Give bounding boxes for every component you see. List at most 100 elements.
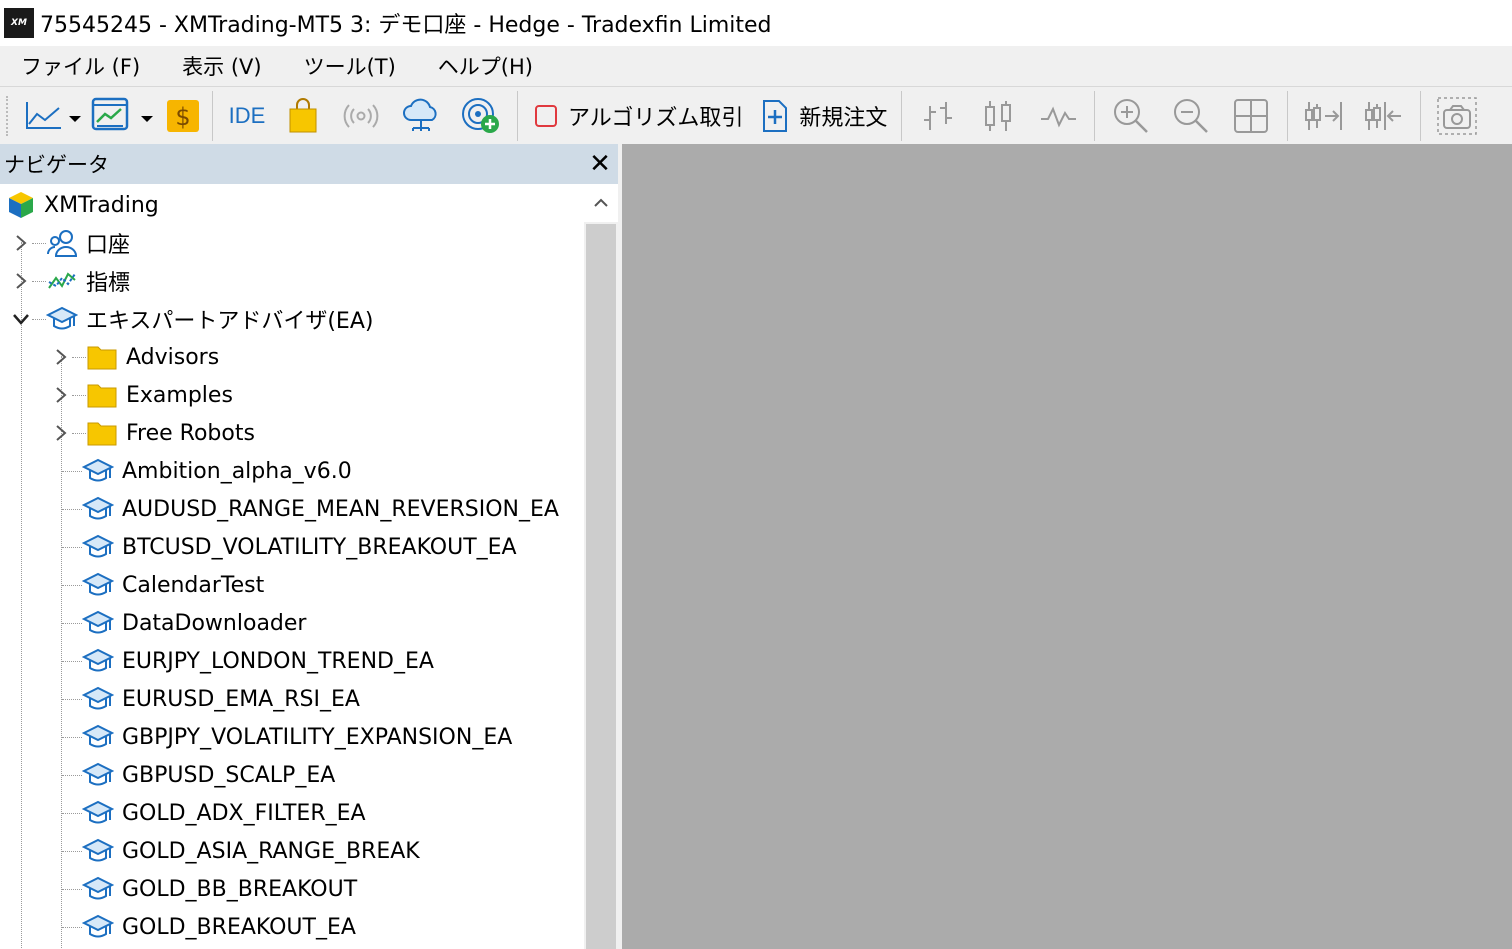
scroll-up-button[interactable]: [584, 184, 618, 222]
tree-item-ea[interactable]: GOLD_BREAKOUT_EA: [62, 908, 356, 946]
indicator-wave-icon: [48, 272, 76, 289]
ohlc-bars-icon: [924, 101, 953, 130]
tree-item-ea[interactable]: GBPJPY_VOLATILITY_EXPANSION_EA: [62, 718, 512, 756]
tree-label: CalendarTest: [122, 572, 265, 598]
tree-item-ea[interactable]: CalendarTest: [62, 566, 264, 604]
tree-label: Ambition_alpha_v6.0: [122, 458, 352, 484]
graduation-cap-icon: [82, 800, 114, 824]
graduation-cap-icon: [82, 838, 114, 862]
tree-item-ea[interactable]: GOLD_BB_BREAKOUT: [62, 870, 357, 908]
candlestick-button[interactable]: [968, 93, 1028, 139]
new-order-button[interactable]: 新規注文: [753, 93, 895, 139]
toolbar-separator: [1287, 90, 1289, 141]
toolbar-grip[interactable]: [6, 95, 12, 136]
tree-root-xmtrading[interactable]: XMTrading: [6, 186, 159, 224]
tree-item-ea[interactable]: GOLD_ASIA_RANGE_BREAK: [62, 832, 420, 870]
tree-item-ea[interactable]: GOLD_ADX_FILTER_EA: [62, 794, 366, 832]
graduation-cap-icon: [82, 534, 114, 558]
tree-folder-advisors[interactable]: Advisors: [50, 338, 219, 376]
ide-button[interactable]: IDE: [219, 93, 275, 139]
auto-scroll-button[interactable]: [1354, 93, 1414, 139]
tree-item-ea[interactable]: GBPUSD_SCALP_EA: [62, 756, 335, 794]
chart-shift-icon: [1305, 101, 1343, 130]
chevron-right-icon[interactable]: [50, 384, 72, 406]
tree-label: EURUSD_EMA_RSI_EA: [122, 686, 360, 712]
zoom-out-icon: [1174, 98, 1209, 133]
tree-label: GOLD_ADX_FILTER_EA: [122, 800, 366, 826]
chevron-up-icon: [594, 198, 608, 207]
tree-item-ea[interactable]: BTCUSD_VOLATILITY_BREAKOUT_EA: [62, 528, 517, 566]
tree-label: Free Robots: [126, 420, 255, 446]
toolbar-separator: [212, 90, 213, 141]
radar-add-icon: [462, 97, 499, 133]
navigator-tree: XMTrading 口座 指標 エキスパートアドバイザ(EA) Advisors…: [0, 184, 584, 949]
tree-item-expert-advisors[interactable]: エキスパートアドバイザ(EA): [10, 300, 373, 338]
algo-trading-label: アルゴリズム取引: [568, 105, 744, 131]
zigzag-line-icon: [1041, 106, 1077, 127]
tile-windows-button[interactable]: [1221, 93, 1281, 139]
chevron-right-icon[interactable]: [50, 422, 72, 444]
chevron-down-icon[interactable]: [10, 308, 32, 330]
zoom-in-button[interactable]: [1101, 93, 1161, 139]
menu-view[interactable]: 表示 (V): [161, 46, 282, 86]
chevron-right-icon[interactable]: [10, 232, 32, 254]
market-button[interactable]: [275, 93, 331, 139]
tree-item-ea[interactable]: Ambition_alpha_v6.0: [62, 452, 352, 490]
tree-folder-free-robots[interactable]: Free Robots: [50, 414, 255, 452]
graduation-cap-icon: [82, 724, 114, 748]
chevron-right-icon[interactable]: [50, 346, 72, 368]
graduation-cap-icon: [82, 762, 114, 786]
tree-label: エキスパートアドバイザ(EA): [86, 309, 374, 334]
menu-tools[interactable]: ツール(T): [283, 46, 417, 86]
graduation-cap-icon: [82, 648, 114, 672]
navigator-panel: ナビゲータ ✕ XMTrading 口座 指標 エキスパートアドバイザ(EA) …: [0, 144, 618, 949]
add-signal-button[interactable]: [451, 93, 511, 139]
tree-label: 口座: [86, 233, 131, 258]
signal-broadcast-icon: [343, 103, 379, 128]
vps-button[interactable]: [391, 93, 451, 139]
graduation-cap-icon: [82, 572, 114, 596]
tree-item-ea[interactable]: DataDownloader: [62, 604, 306, 642]
chevron-right-icon[interactable]: [10, 270, 32, 292]
graduation-cap-icon: [82, 876, 114, 900]
chart-shift-button[interactable]: [1294, 93, 1354, 139]
xm-cube-icon: [9, 192, 33, 218]
bar-chart-button[interactable]: [908, 93, 968, 139]
menu-file[interactable]: ファイル (F): [0, 46, 161, 86]
algo-trading-button[interactable]: アルゴリズム取引: [524, 93, 753, 139]
line-chart-type-button[interactable]: [1028, 93, 1088, 139]
title-bar: XM 75545245 - XMTrading-MT5 3: デモ口座 - He…: [0, 0, 1512, 46]
toolbar-separator: [1420, 90, 1422, 141]
navigator-title: ナビゲータ: [4, 153, 109, 177]
navigator-scrollbar[interactable]: [584, 184, 618, 949]
tree-label: DataDownloader: [122, 610, 307, 636]
scrollbar-thumb[interactable]: [586, 224, 616, 949]
camera-icon: [1437, 96, 1478, 135]
tree-item-accounts[interactable]: 口座: [10, 224, 130, 262]
tree-label: EURJPY_LONDON_TREND_EA: [122, 648, 434, 674]
svg-text:$: $: [175, 103, 190, 131]
new-chart-button[interactable]: [18, 93, 88, 139]
tree-item-ea[interactable]: EURUSD_EMA_RSI_EA: [62, 680, 360, 718]
zoom-out-button[interactable]: [1161, 93, 1221, 139]
cloud-icon: [403, 98, 437, 131]
screenshot-button[interactable]: [1427, 93, 1487, 139]
graduation-cap-icon: [82, 458, 114, 482]
tree-label: GBPUSD_SCALP_EA: [122, 762, 336, 788]
menu-help[interactable]: ヘルプ(H): [417, 46, 554, 86]
app-logo-icon: XM: [4, 8, 34, 38]
toolbar-separator: [1094, 90, 1096, 141]
toolbar: $ IDE アルゴリズム取引 新規注文: [0, 86, 1512, 144]
tree-folder-examples[interactable]: Examples: [50, 376, 233, 414]
tree-item-indicators[interactable]: 指標: [10, 262, 130, 300]
line-chart-icon: [26, 101, 81, 129]
signals-button[interactable]: [331, 93, 391, 139]
navigator-close-button[interactable]: ✕: [584, 148, 616, 180]
toolbar-separator: [517, 90, 518, 141]
tree-item-ea[interactable]: EURJPY_LONDON_TREND_EA: [62, 642, 434, 680]
deposit-button[interactable]: $: [160, 93, 206, 139]
folder-icon: [87, 384, 117, 408]
tree-item-ea[interactable]: AUDUSD_RANGE_MEAN_REVERSION_EA: [62, 490, 559, 528]
tree-label: GOLD_ASIA_RANGE_BREAK: [122, 838, 420, 864]
chart-templates-button[interactable]: [88, 93, 160, 139]
